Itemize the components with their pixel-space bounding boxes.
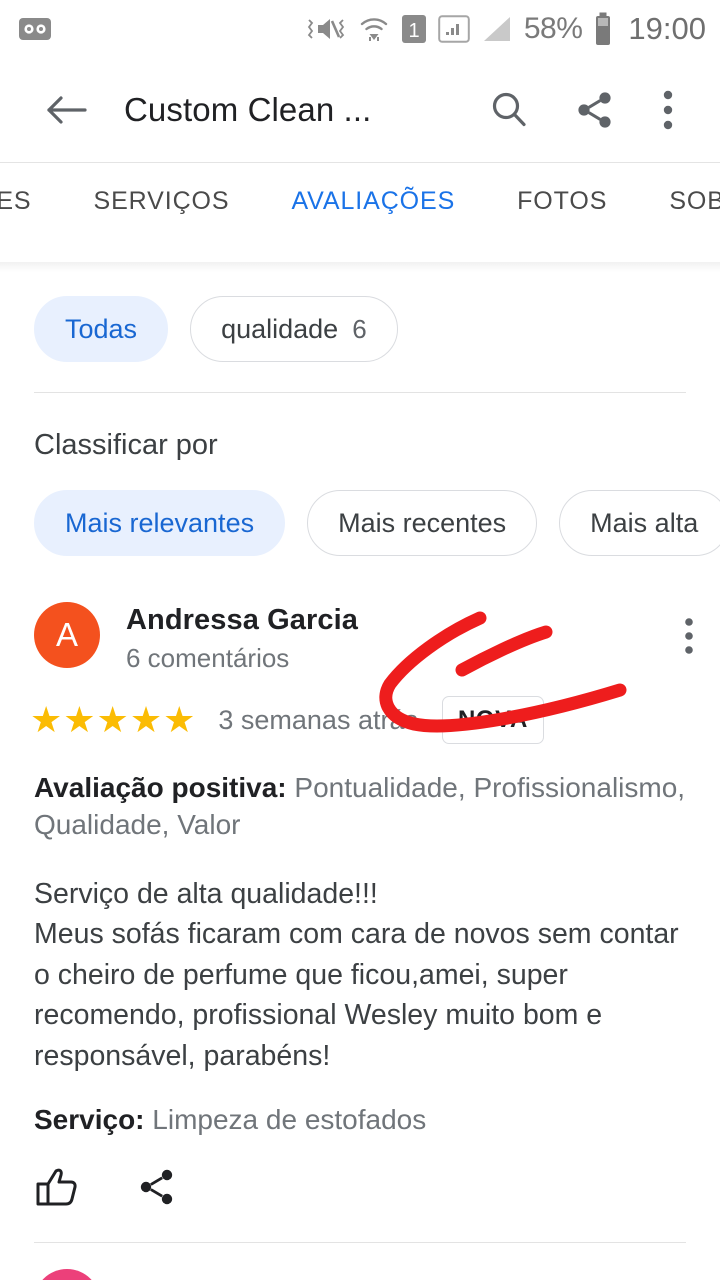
review-service-label: Serviço: [34, 1104, 145, 1136]
chip-mais-recentes[interactable]: Mais recentes [307, 490, 538, 556]
battery-percent-label: 58% [523, 12, 583, 45]
chip-qualidade[interactable]: qualidade 6 [190, 296, 398, 362]
tab-strip-inner: ÕES SERVIÇOS AVALIAÇÕES FOTOS SOBRE [0, 187, 720, 216]
share-icon[interactable] [574, 89, 616, 131]
chip-mais-alta[interactable]: Mais alta [559, 490, 720, 556]
svg-text:1: 1 [408, 20, 419, 42]
status-bar-left [18, 17, 52, 41]
tab-sobre[interactable]: SOBRE [669, 187, 720, 216]
chip-mais-relevantes[interactable]: Mais relevantes [34, 490, 286, 556]
review-attributes-label: Avaliação positiva: [34, 772, 287, 803]
battery-icon [593, 12, 613, 46]
review-date: 3 semanas atrás [218, 704, 418, 735]
tab-servicos[interactable]: SERVIÇOS [94, 187, 230, 216]
chip-mais-relevantes-label: Mais relevantes [65, 507, 255, 538]
sim-1-icon: 1 [401, 13, 427, 45]
tab-strip[interactable]: ÕES SERVIÇOS AVALIAÇÕES FOTOS SOBRE [0, 162, 720, 240]
next-review-card [0, 1243, 720, 1280]
sort-chip-row[interactable]: Mais relevantes Mais recentes Mais alta … [0, 466, 720, 580]
review-overflow-icon[interactable] [682, 602, 696, 656]
tab-shadow [0, 262, 720, 272]
vibrate-mute-icon [305, 13, 347, 45]
review-service-value: Limpeza de estofados [152, 1104, 427, 1136]
wifi-icon [358, 13, 390, 45]
thumbs-up-icon[interactable] [34, 1166, 78, 1208]
share-icon[interactable] [136, 1166, 178, 1208]
status-bar: 1 58% 19:00 [0, 0, 720, 58]
review-body-text: Serviço de alta qualidade!!! Meus sofás … [34, 877, 679, 1072]
review-actions [0, 1136, 720, 1208]
back-arrow-icon[interactable] [44, 91, 88, 129]
tab-opcoes[interactable]: ÕES [0, 187, 32, 216]
review-attributes: Avaliação positiva: Pontualidade, Profis… [0, 744, 720, 844]
voicemail-icon [18, 17, 52, 41]
status-badge: NOVA [441, 696, 544, 744]
tab-fotos[interactable]: FOTOS [517, 187, 607, 216]
app-bar-actions [488, 88, 698, 132]
section-heading-peek: Comentários do Google [0, 240, 720, 272]
chip-todas[interactable]: Todas [34, 296, 169, 362]
signal-triangle-icon [481, 13, 513, 45]
review-service-line: Serviço: Limpeza de estofados [0, 1076, 720, 1136]
chip-qualidade-count: 6 [352, 313, 367, 344]
clock-label: 19:00 [628, 11, 706, 46]
more-vertical-icon[interactable] [660, 88, 676, 132]
chip-todas-label: Todas [65, 313, 138, 344]
review-card: A Andressa Garcia 6 comentários ★★★★★ 3 … [0, 580, 720, 1244]
scroll-content[interactable]: Comentários do Google Todas qualidade 6 … [0, 240, 720, 1280]
reviewer-review-count: 6 comentários [126, 643, 290, 673]
rating-line: ★★★★★ 3 semanas atrás NOVA [0, 674, 720, 744]
signal-bars-icon [438, 13, 470, 45]
topic-chip-row[interactable]: Todas qualidade 6 [0, 272, 720, 386]
reviewer-block: Andressa Garcia 6 comentários [126, 602, 358, 674]
avatar [34, 1269, 100, 1280]
chip-mais-alta-label: Mais alta [590, 507, 699, 538]
app-bar: Custom Clean ... [0, 58, 720, 162]
chip-mais-recentes-label: Mais recentes [338, 507, 507, 538]
status-bar-right: 1 58% 19:00 [305, 11, 706, 47]
review-divider [34, 1242, 686, 1244]
search-icon[interactable] [488, 89, 530, 131]
sort-section-label: Classificar por [34, 429, 218, 461]
review-header: A Andressa Garcia 6 comentários [0, 602, 720, 674]
chip-qualidade-label: qualidade [221, 313, 339, 344]
reviewer-name[interactable]: Andressa Garcia [126, 604, 358, 637]
tab-avaliacoes[interactable]: AVALIAÇÕES [291, 187, 455, 216]
page-title: Custom Clean ... [124, 91, 372, 128]
avatar: A [34, 602, 100, 668]
phone-screen: 1 58% 19:00 Custom Clean ... S SERVIÇOS … [0, 0, 720, 1280]
star-rating: ★★★★★ [30, 699, 197, 740]
